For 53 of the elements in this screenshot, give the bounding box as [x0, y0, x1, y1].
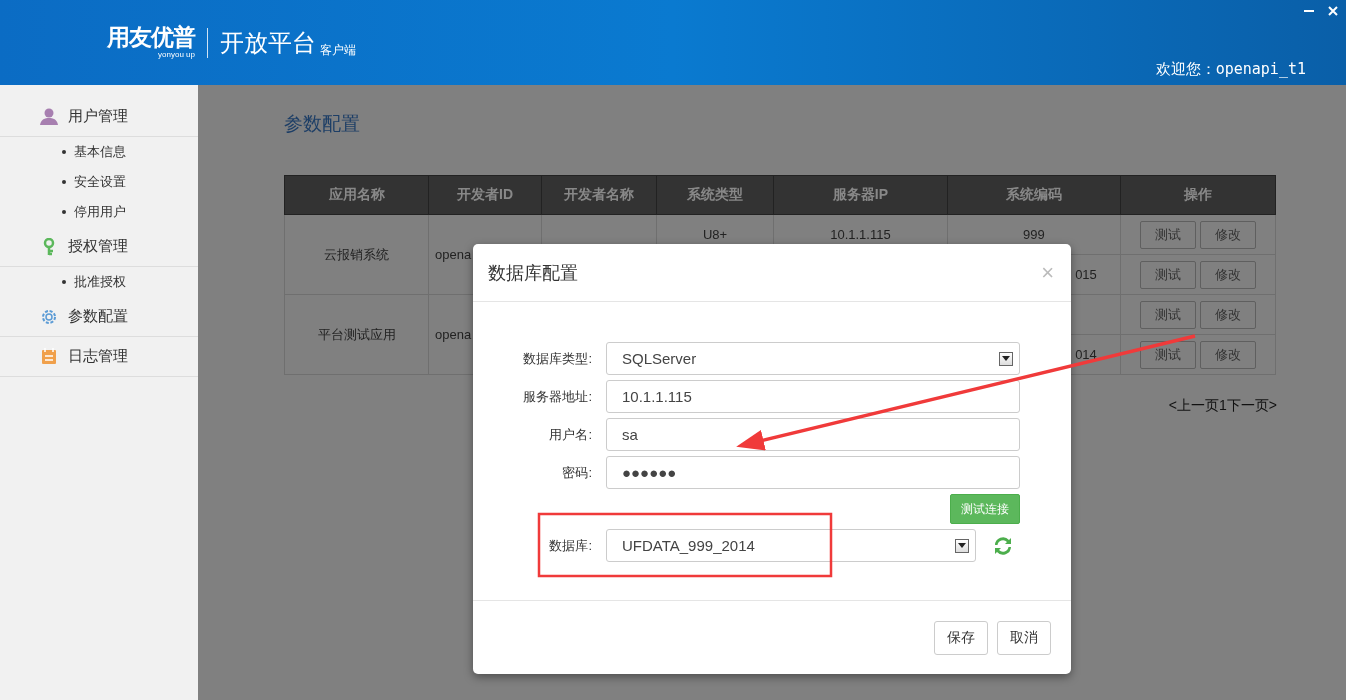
table-cell-text: 014 — [1075, 347, 1097, 362]
table-cell-text: opena — [435, 327, 472, 342]
column-header: 开发者名称 — [541, 175, 657, 215]
input-field[interactable]: 10.1.1.115 — [606, 380, 1020, 413]
table-cell-text: 10.1.1.115 — [830, 227, 891, 242]
input-field[interactable]: sa — [606, 418, 1020, 451]
table-cell-text: 999 — [1022, 227, 1045, 242]
column-header: 系统类型 — [656, 175, 774, 215]
bullet-icon — [62, 210, 66, 214]
sidebar-item[interactable]: 授权管理 — [68, 237, 128, 256]
input-field[interactable]: ●●●●●● — [606, 456, 1020, 489]
column-header: 开发者ID — [428, 175, 542, 215]
dropdown-field[interactable]: SQLServer — [606, 342, 1020, 375]
dropdown-field[interactable]: UFDATA_999_2014 — [606, 529, 976, 562]
refresh-icon[interactable] — [992, 534, 1014, 557]
calendar-icon — [40, 348, 58, 365]
welcome-text: 欢迎您：openapi_t1 — [1155, 60, 1306, 79]
sidebar-item[interactable]: 参数配置 — [68, 307, 128, 326]
sidebar-subitem[interactable]: 基本信息 — [74, 143, 126, 161]
column-header: 系统编码 — [947, 175, 1121, 215]
table-cell-text: opena — [435, 247, 472, 262]
dialog-title: 数据库配置 — [488, 261, 578, 285]
sidebar-subitem[interactable]: 停用用户 — [74, 203, 126, 221]
field-label: 服务器地址: — [522, 387, 592, 406]
table-cell-text: U8+ — [702, 227, 728, 242]
sidebar-subitem[interactable]: 批准授权 — [74, 273, 126, 291]
table-cell-text: 平台测试应用 — [317, 326, 396, 342]
person-icon — [40, 108, 58, 125]
gear-icon — [40, 307, 58, 326]
logo-subtext: yonyou up — [158, 51, 195, 59]
app-title: 开放平台 — [220, 27, 316, 58]
page-title: 参数配置 — [284, 112, 361, 136]
field-label: 数据库: — [548, 536, 592, 555]
bullet-icon — [62, 280, 66, 284]
column-header: 应用名称 — [284, 175, 429, 215]
column-header: 操作 — [1120, 175, 1276, 215]
table-cell-text: 云报销系统 — [324, 246, 390, 262]
cancel-button[interactable]: 取消 — [997, 620, 1051, 655]
close-icon[interactable] — [1328, 6, 1338, 16]
pagination-link[interactable]: <上一页1下一页> — [1168, 397, 1277, 415]
table-cell-text: 015 — [1075, 267, 1097, 282]
sidebar-item[interactable]: 日志管理 — [68, 347, 128, 366]
column-header: 服务器IP — [773, 175, 948, 215]
field-label: 密码: — [561, 463, 592, 482]
field-label: 用户名: — [548, 425, 592, 444]
field-label: 数据库类型: — [522, 349, 592, 368]
logo-text: 用友优普 — [107, 26, 195, 49]
sidebar-subitem[interactable]: 安全设置 — [74, 173, 126, 191]
bullet-icon — [62, 150, 66, 154]
sidebar-item[interactable]: 用户管理 — [68, 107, 128, 126]
app-subtitle: 客户端 — [320, 41, 356, 59]
bullet-icon — [62, 180, 66, 184]
save-button[interactable]: 保存 — [934, 620, 988, 655]
